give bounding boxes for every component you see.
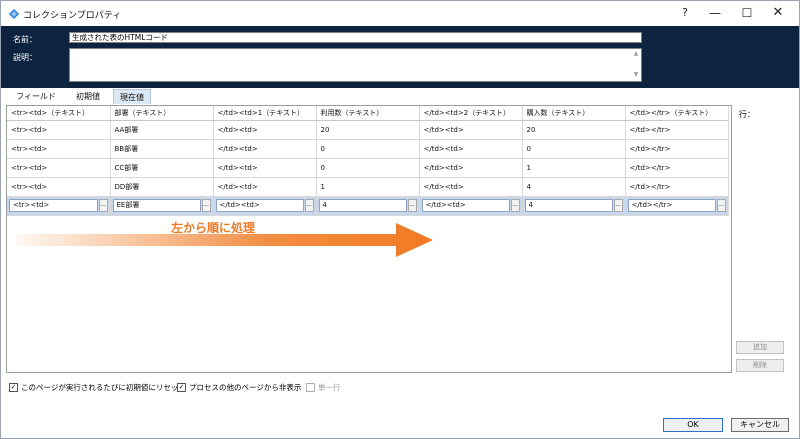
- hide-option[interactable]: ✓ プロセスの他のページから非表示: [177, 382, 301, 393]
- single-row-option-label: 単一行: [318, 383, 341, 392]
- row-label: 行：: [739, 110, 755, 119]
- add-button[interactable]: 追加: [736, 341, 784, 354]
- annotation-label: 左から順に処理: [171, 221, 256, 235]
- single-row-checkbox[interactable]: [306, 383, 315, 392]
- hide-option-label: プロセスの他のページから非表示: [189, 383, 302, 392]
- single-row-option[interactable]: 単一行: [306, 382, 341, 393]
- annotation-arrow-layer: [16, 223, 433, 257]
- reset-checkbox[interactable]: ✓: [9, 383, 18, 392]
- hide-checkbox[interactable]: ✓: [177, 383, 186, 392]
- cancel-button[interactable]: キャンセル: [731, 418, 789, 432]
- reset-option-label: このページが実行されるたびに初期値にリセット: [21, 383, 186, 392]
- collection-properties-window: コレクションプロパティ ? — ☐ ✕ 名前： 生成された表のHTMLコード 説…: [0, 0, 800, 439]
- delete-button[interactable]: 削除: [736, 359, 784, 372]
- ok-button[interactable]: OK: [663, 418, 723, 432]
- reset-option[interactable]: ✓ このページが実行されるたびに初期値にリセット: [9, 382, 186, 393]
